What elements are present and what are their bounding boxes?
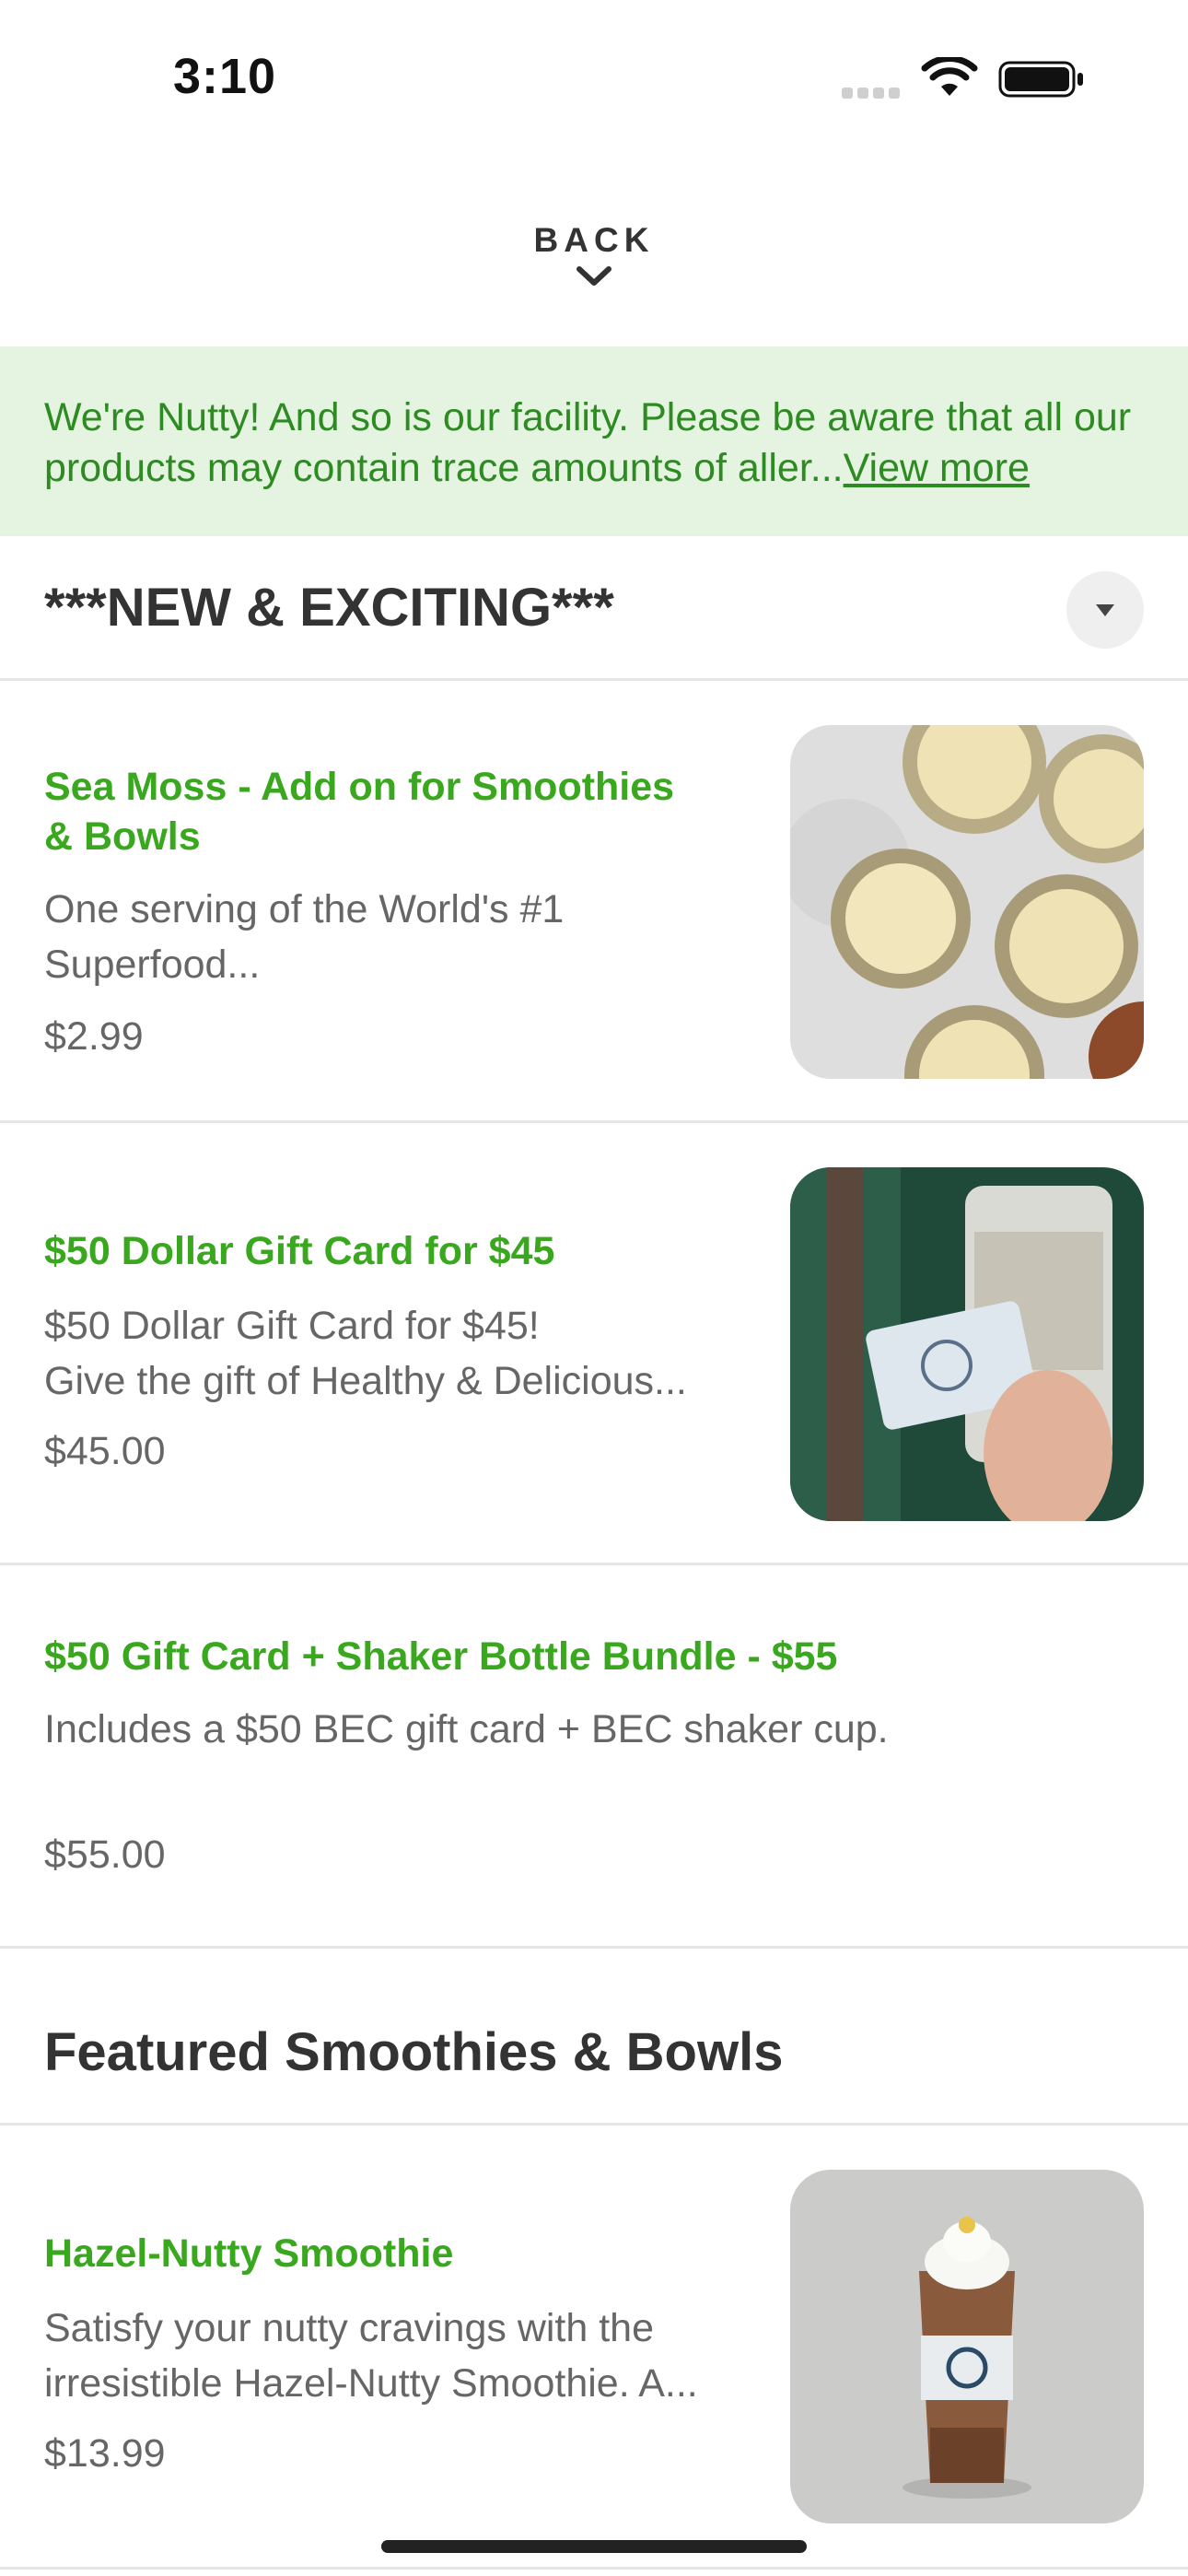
collapse-section-button[interactable] <box>1066 571 1144 649</box>
item-title: Sea Moss - Add on for Smoothies & Bowls <box>44 765 675 859</box>
chevron-down-icon <box>577 266 611 286</box>
item-price: $2.99 <box>44 1014 144 1059</box>
item-price: $45.00 <box>44 1429 166 1473</box>
item-price: $13.99 <box>44 2431 166 2476</box>
menu-item-sea-moss[interactable]: Sea Moss - Add on for Smoothies & Bowls … <box>0 681 1188 1123</box>
view-more-link[interactable]: View more <box>844 446 1030 490</box>
menu-item-hazel-nutty-smoothie[interactable]: Hazel-Nutty Smoothie Satisfy your nutty … <box>0 2125 1188 2570</box>
battery-icon <box>998 61 1083 98</box>
status-bar: 3:10 <box>0 0 1188 157</box>
item-image-hazel-nutty-smoothie <box>790 2170 1144 2523</box>
status-time: 3:10 <box>173 49 277 104</box>
cellular-signal-icon <box>842 87 904 103</box>
item-image-sea-moss <box>790 725 1144 1079</box>
item-description: Satisfy your nutty cravings with the irr… <box>44 2306 698 2406</box>
item-description: Includes a $50 BEC gift card + BEC shake… <box>44 1707 889 1751</box>
back-label: BACK <box>533 221 655 259</box>
section-title: Featured Smoothies & Bowls <box>44 2022 784 2082</box>
item-title: $50 Gift Card + Shaker Bottle Bundle - $… <box>44 1634 838 1679</box>
item-description: $50 Dollar Gift Card for $45! Give the g… <box>44 1304 687 1403</box>
section-title: ***NEW & EXCITING*** <box>44 578 614 638</box>
menu-item-gift-card[interactable]: $50 Dollar Gift Card for $45 $50 Dollar … <box>0 1123 1188 1565</box>
item-price: $55.00 <box>44 1832 166 1877</box>
item-title: Hazel-Nutty Smoothie <box>44 2231 454 2276</box>
caret-down-icon <box>1096 604 1114 616</box>
section-header-new-exciting[interactable]: ***NEW & EXCITING*** <box>0 536 1188 681</box>
home-indicator[interactable] <box>381 2540 807 2553</box>
section-header-featured: Featured Smoothies & Bowls <box>0 1946 1188 2125</box>
back-button[interactable]: BACK <box>502 221 686 313</box>
item-title: $50 Dollar Gift Card for $45 <box>44 1229 555 1273</box>
wifi-icon <box>921 57 978 96</box>
allergen-notice: We're Nutty! And so is our facility. Ple… <box>0 346 1188 536</box>
item-image-gift-card <box>790 1167 1144 1521</box>
menu-item-gift-card-bundle[interactable]: $50 Gift Card + Shaker Bottle Bundle - $… <box>0 1565 1188 1949</box>
item-description: One serving of the World's #1 Superfood.… <box>44 887 565 987</box>
